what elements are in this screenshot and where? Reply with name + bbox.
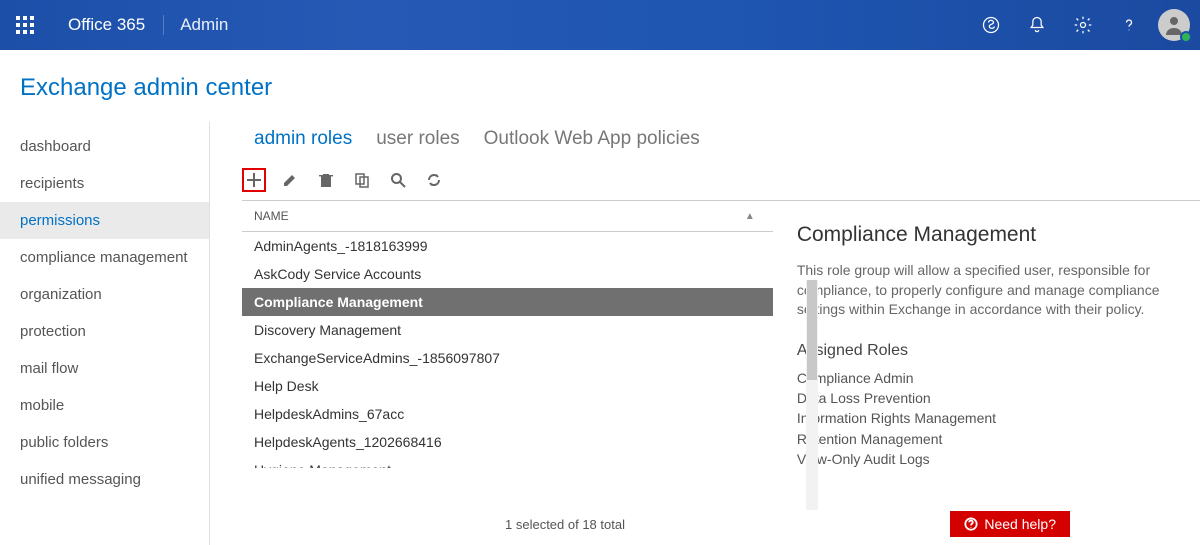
admin-link[interactable]: Admin [163, 15, 244, 35]
sidebar-item-protection[interactable]: protection [0, 313, 209, 350]
tab-bar: admin roles user roles Outlook Web App p… [242, 122, 1200, 168]
assigned-role: View-Only Audit Logs [797, 449, 1176, 468]
table-row[interactable]: AskCody Service Accounts [242, 260, 773, 288]
selection-count: 1 selected of 18 total [505, 517, 625, 532]
assigned-role: Information Rights Management [797, 408, 1176, 428]
notifications-icon[interactable] [1014, 0, 1060, 50]
sidebar: dashboard recipients permissions complia… [0, 122, 210, 545]
refresh-button[interactable] [422, 168, 446, 192]
grid-wrap: NAME ▲ AdminAgents_-1818163999 AskCody S… [242, 200, 1200, 468]
main-area: dashboard recipients permissions complia… [0, 122, 1200, 545]
skype-icon[interactable] [968, 0, 1014, 50]
tab-admin-roles[interactable]: admin roles [254, 128, 352, 150]
sidebar-item-unifiedmessaging[interactable]: unified messaging [0, 461, 209, 498]
presence-indicator [1180, 31, 1192, 43]
add-button[interactable] [242, 168, 266, 192]
sidebar-item-mobile[interactable]: mobile [0, 387, 209, 424]
column-header-name[interactable]: NAME ▲ [242, 201, 773, 232]
column-header-label: NAME [254, 209, 289, 223]
table-row[interactable]: Discovery Management [242, 316, 773, 344]
toolbar [242, 168, 1200, 200]
assigned-role: Retention Management [797, 429, 1176, 449]
scrollbar[interactable] [806, 280, 818, 510]
brand-link[interactable]: Office 365 [50, 15, 163, 35]
need-help-label: Need help? [984, 516, 1056, 532]
need-help-button[interactable]: Need help? [950, 511, 1070, 537]
details-pane: Compliance Management This role group wi… [773, 201, 1200, 468]
search-button[interactable] [386, 168, 410, 192]
footer: 1 selected of 18 total Need help? [250, 511, 1200, 537]
tab-user-roles[interactable]: user roles [376, 128, 459, 150]
role-list: NAME ▲ AdminAgents_-1818163999 AskCody S… [242, 201, 773, 468]
assigned-role: Compliance Admin [797, 368, 1176, 388]
table-row[interactable]: Compliance Management [242, 288, 773, 316]
copy-button[interactable] [350, 168, 374, 192]
table-row[interactable]: Hygiene Management [242, 456, 773, 468]
scrollbar-thumb[interactable] [807, 280, 817, 380]
table-row[interactable]: HelpdeskAdmins_67acc [242, 400, 773, 428]
sidebar-item-publicfolders[interactable]: public folders [0, 424, 209, 461]
user-avatar[interactable] [1158, 9, 1190, 41]
sidebar-item-compliance[interactable]: compliance management [0, 239, 209, 276]
tab-owa-policies[interactable]: Outlook Web App policies [484, 128, 700, 150]
table-row[interactable]: ExchangeServiceAdmins_-1856097807 [242, 344, 773, 372]
page-title: Exchange admin center [0, 50, 1200, 122]
edit-button[interactable] [278, 168, 302, 192]
content-area: admin roles user roles Outlook Web App p… [210, 122, 1200, 545]
sidebar-item-permissions[interactable]: permissions [0, 202, 209, 239]
help-icon[interactable] [1106, 0, 1152, 50]
details-title: Compliance Management [797, 223, 1176, 247]
settings-icon[interactable] [1060, 0, 1106, 50]
assigned-roles-heading: Assigned Roles [797, 342, 1176, 360]
details-description: This role group will allow a specified u… [797, 261, 1176, 320]
sort-indicator-icon: ▲ [745, 211, 755, 222]
top-bar: Office 365 Admin [0, 0, 1200, 50]
table-row[interactable]: HelpdeskAgents_1202668416 [242, 428, 773, 456]
delete-button[interactable] [314, 168, 338, 192]
table-row[interactable]: AdminAgents_-1818163999 [242, 232, 773, 260]
table-row[interactable]: Help Desk [242, 372, 773, 400]
sidebar-item-mailflow[interactable]: mail flow [0, 350, 209, 387]
sidebar-item-dashboard[interactable]: dashboard [0, 128, 209, 165]
sidebar-item-organization[interactable]: organization [0, 276, 209, 313]
assigned-role: Data Loss Prevention [797, 388, 1176, 408]
app-launcher-icon[interactable] [0, 0, 50, 50]
sidebar-item-recipients[interactable]: recipients [0, 165, 209, 202]
